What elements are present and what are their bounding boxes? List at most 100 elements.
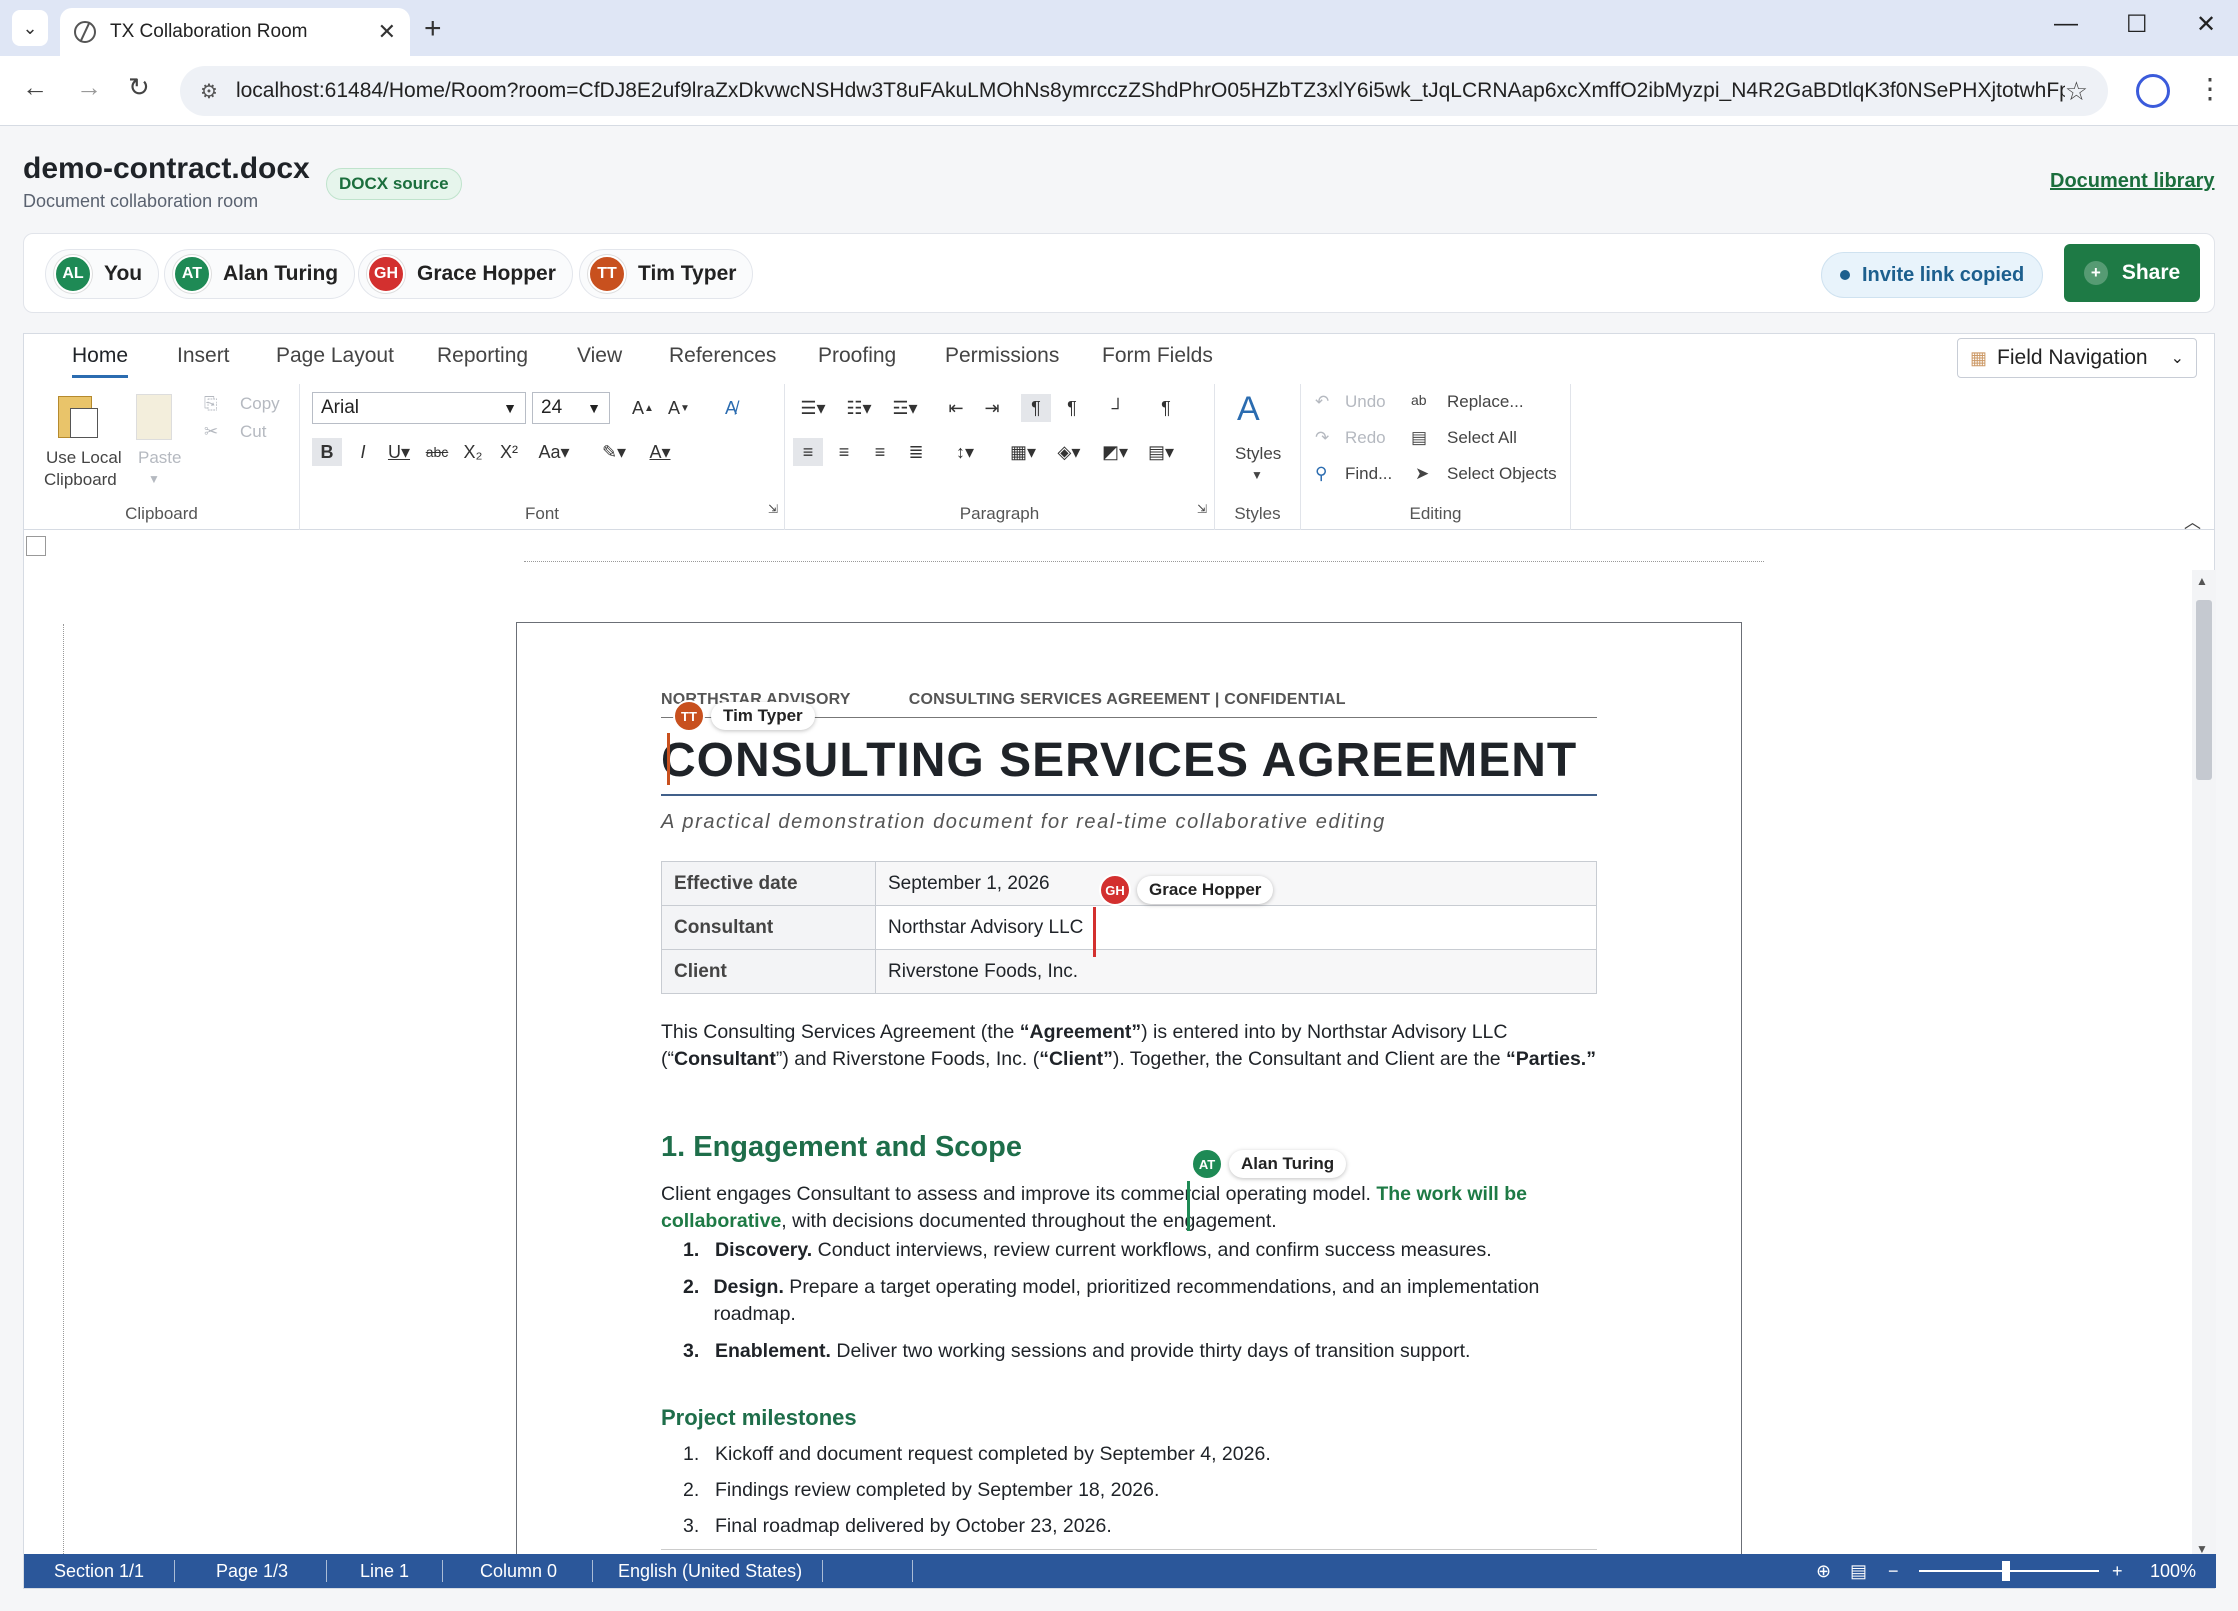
tab-search-button[interactable]: ⌄ xyxy=(12,10,48,46)
paste-icon[interactable] xyxy=(136,394,172,440)
italic-icon[interactable]: I xyxy=(348,438,378,466)
bookmark-star-icon[interactable]: ☆ xyxy=(2065,76,2088,107)
paste-button[interactable]: Paste xyxy=(138,448,181,468)
select-objects-button[interactable]: Select Objects xyxy=(1447,464,1557,484)
highlight-color-icon[interactable]: ✎▾ xyxy=(594,438,634,466)
clipboard-icon[interactable] xyxy=(54,392,98,442)
maximize-button[interactable]: ☐ xyxy=(2126,10,2148,39)
underline-icon[interactable]: U▾ xyxy=(384,438,414,466)
font-size-select[interactable]: 24 ▼ xyxy=(532,392,610,424)
site-info-icon[interactable]: ⚙ xyxy=(200,79,218,104)
close-tab-icon[interactable]: ✕ xyxy=(378,19,396,45)
back-button[interactable]: ← xyxy=(22,72,48,103)
tab-view[interactable]: View xyxy=(577,344,622,368)
line-spacing-icon[interactable]: ↕▾ xyxy=(945,438,985,466)
intro-paragraph[interactable]: This Consulting Services Agreement (the … xyxy=(661,1019,1597,1073)
table-value[interactable]: Riverstone Foods, Inc. xyxy=(875,949,1597,994)
document-page[interactable]: NORTHSTAR ADVISORY CONSULTING SERVICES AG… xyxy=(516,622,1742,1562)
multilevel-list-icon[interactable]: ☲▾ xyxy=(885,394,925,422)
decrease-indent-icon[interactable]: ⇤ xyxy=(941,394,971,422)
status-line[interactable]: Line 1 xyxy=(360,1561,409,1582)
align-right-icon[interactable]: ≡ xyxy=(865,438,895,466)
borders-icon[interactable]: ▦▾ xyxy=(1003,438,1043,466)
document-library-link[interactable]: Document library xyxy=(2050,170,2214,193)
shrink-font-icon[interactable]: A ▼ xyxy=(664,394,694,422)
milestones-heading[interactable]: Project milestones xyxy=(661,1405,857,1431)
status-page[interactable]: Page 1/3 xyxy=(216,1561,288,1582)
keep-lines-icon[interactable]: ┘ xyxy=(1103,394,1133,422)
close-window-button[interactable]: ✕ xyxy=(2196,10,2216,39)
bold-icon[interactable]: B xyxy=(312,438,342,466)
tab-page-layout[interactable]: Page Layout xyxy=(276,344,394,368)
milestones-list[interactable]: 1. Kickoff and document request completed… xyxy=(683,1441,1583,1549)
tab-insert[interactable]: Insert xyxy=(177,344,230,368)
copy-button[interactable]: Copy xyxy=(240,394,280,414)
vertical-scrollbar[interactable]: ▲ ▼ xyxy=(2192,570,2216,1560)
scroll-up-icon[interactable]: ▲ xyxy=(2196,574,2208,588)
field-navigation-dropdown[interactable]: ▦ Field Navigation ⌄ xyxy=(1957,338,2197,378)
horizontal-ruler[interactable] xyxy=(524,534,1764,562)
vertical-ruler[interactable] xyxy=(44,624,64,1554)
browser-tab[interactable]: TX Collaboration Room ✕ xyxy=(60,8,410,56)
use-local-label[interactable]: Use Local xyxy=(46,448,122,468)
status-language[interactable]: English (United States) xyxy=(618,1561,802,1582)
cut-button[interactable]: Cut xyxy=(240,422,266,442)
replace-button[interactable]: Replace... xyxy=(1447,392,1524,412)
table-value[interactable]: Northstar Advisory LLC xyxy=(875,905,1597,950)
tab-stop-selector[interactable] xyxy=(26,536,46,556)
font-family-select[interactable]: Arial ▼ xyxy=(312,392,526,424)
table-key[interactable]: Client xyxy=(661,949,876,994)
document-subheading[interactable]: A practical demonstration document for r… xyxy=(661,811,1386,834)
tab-permissions[interactable]: Permissions xyxy=(945,344,1059,368)
undo-button[interactable]: Undo xyxy=(1345,392,1386,412)
border-width-icon[interactable]: ▤▾ xyxy=(1141,438,1181,466)
tab-references[interactable]: References xyxy=(669,344,776,368)
scope-list[interactable]: 1. Discovery. Conduct interviews, review … xyxy=(683,1237,1583,1375)
new-tab-button[interactable]: + xyxy=(424,12,442,46)
clear-formatting-icon[interactable]: A̸ xyxy=(716,394,746,422)
ltr-paragraph-icon[interactable]: ¶ xyxy=(1021,394,1051,422)
increase-indent-icon[interactable]: ⇥ xyxy=(977,394,1007,422)
page-view-icon[interactable]: ▤ xyxy=(1850,1561,1867,1582)
minimize-button[interactable]: — xyxy=(2054,10,2078,38)
reload-button[interactable]: ↻ xyxy=(128,72,150,103)
font-color-icon[interactable]: A▾ xyxy=(640,438,680,466)
table-key[interactable]: Consultant xyxy=(661,905,876,950)
share-button[interactable]: + Share xyxy=(2064,244,2200,302)
redo-button[interactable]: Redo xyxy=(1345,428,1386,448)
forward-button[interactable]: → xyxy=(76,72,102,103)
tab-form-fields[interactable]: Form Fields xyxy=(1102,344,1213,368)
subscript-icon[interactable]: X₂ xyxy=(458,438,488,466)
scroll-thumb[interactable] xyxy=(2196,600,2212,780)
align-center-icon[interactable]: ≡ xyxy=(829,438,859,466)
align-left-icon[interactable]: ≡ xyxy=(793,438,823,466)
section-paragraph[interactable]: Client engages Consultant to assess and … xyxy=(661,1181,1597,1235)
zoom-slider-thumb[interactable] xyxy=(2002,1561,2010,1581)
document-heading[interactable]: CONSULTING SERVICES AGREEMENT xyxy=(661,733,1597,796)
fit-to-page-icon[interactable]: ⊕ xyxy=(1816,1561,1831,1582)
status-column[interactable]: Column 0 xyxy=(480,1561,557,1582)
styles-button[interactable]: Styles xyxy=(1235,444,1281,464)
zoom-level[interactable]: 100% xyxy=(2150,1561,2196,1582)
section-heading[interactable]: 1. Engagement and Scope xyxy=(661,1131,1022,1164)
browser-menu-icon[interactable]: ⋮ xyxy=(2196,72,2224,105)
numbered-list-icon[interactable]: ☷▾ xyxy=(839,394,879,422)
tab-reporting[interactable]: Reporting xyxy=(437,344,528,368)
strikethrough-icon[interactable]: abc xyxy=(422,438,452,466)
superscript-icon[interactable]: X² xyxy=(494,438,524,466)
tab-home[interactable]: Home xyxy=(72,344,129,378)
select-all-button[interactable]: Select All xyxy=(1447,428,1517,448)
url-field[interactable]: ⚙ localhost:61484/Home/Room?room=CfDJ8E2… xyxy=(180,66,2108,116)
status-section[interactable]: Section 1/1 xyxy=(54,1561,144,1582)
justify-icon[interactable]: ≣ xyxy=(901,438,931,466)
show-formatting-icon[interactable]: ¶ xyxy=(1151,394,1181,422)
bullet-list-icon[interactable]: ☰▾ xyxy=(793,394,833,422)
profile-icon[interactable] xyxy=(2136,74,2170,108)
shading-icon[interactable]: ◈▾ xyxy=(1049,438,1089,466)
border-color-icon[interactable]: ◩▾ xyxy=(1095,438,1135,466)
zoom-out-icon[interactable]: − xyxy=(1888,1561,1899,1582)
clipboard-label[interactable]: Clipboard xyxy=(44,470,117,490)
rtl-paragraph-icon[interactable]: ¶ xyxy=(1057,394,1087,422)
grow-font-icon[interactable]: A ▲ xyxy=(628,394,658,422)
styles-icon[interactable]: A xyxy=(1237,390,1260,429)
